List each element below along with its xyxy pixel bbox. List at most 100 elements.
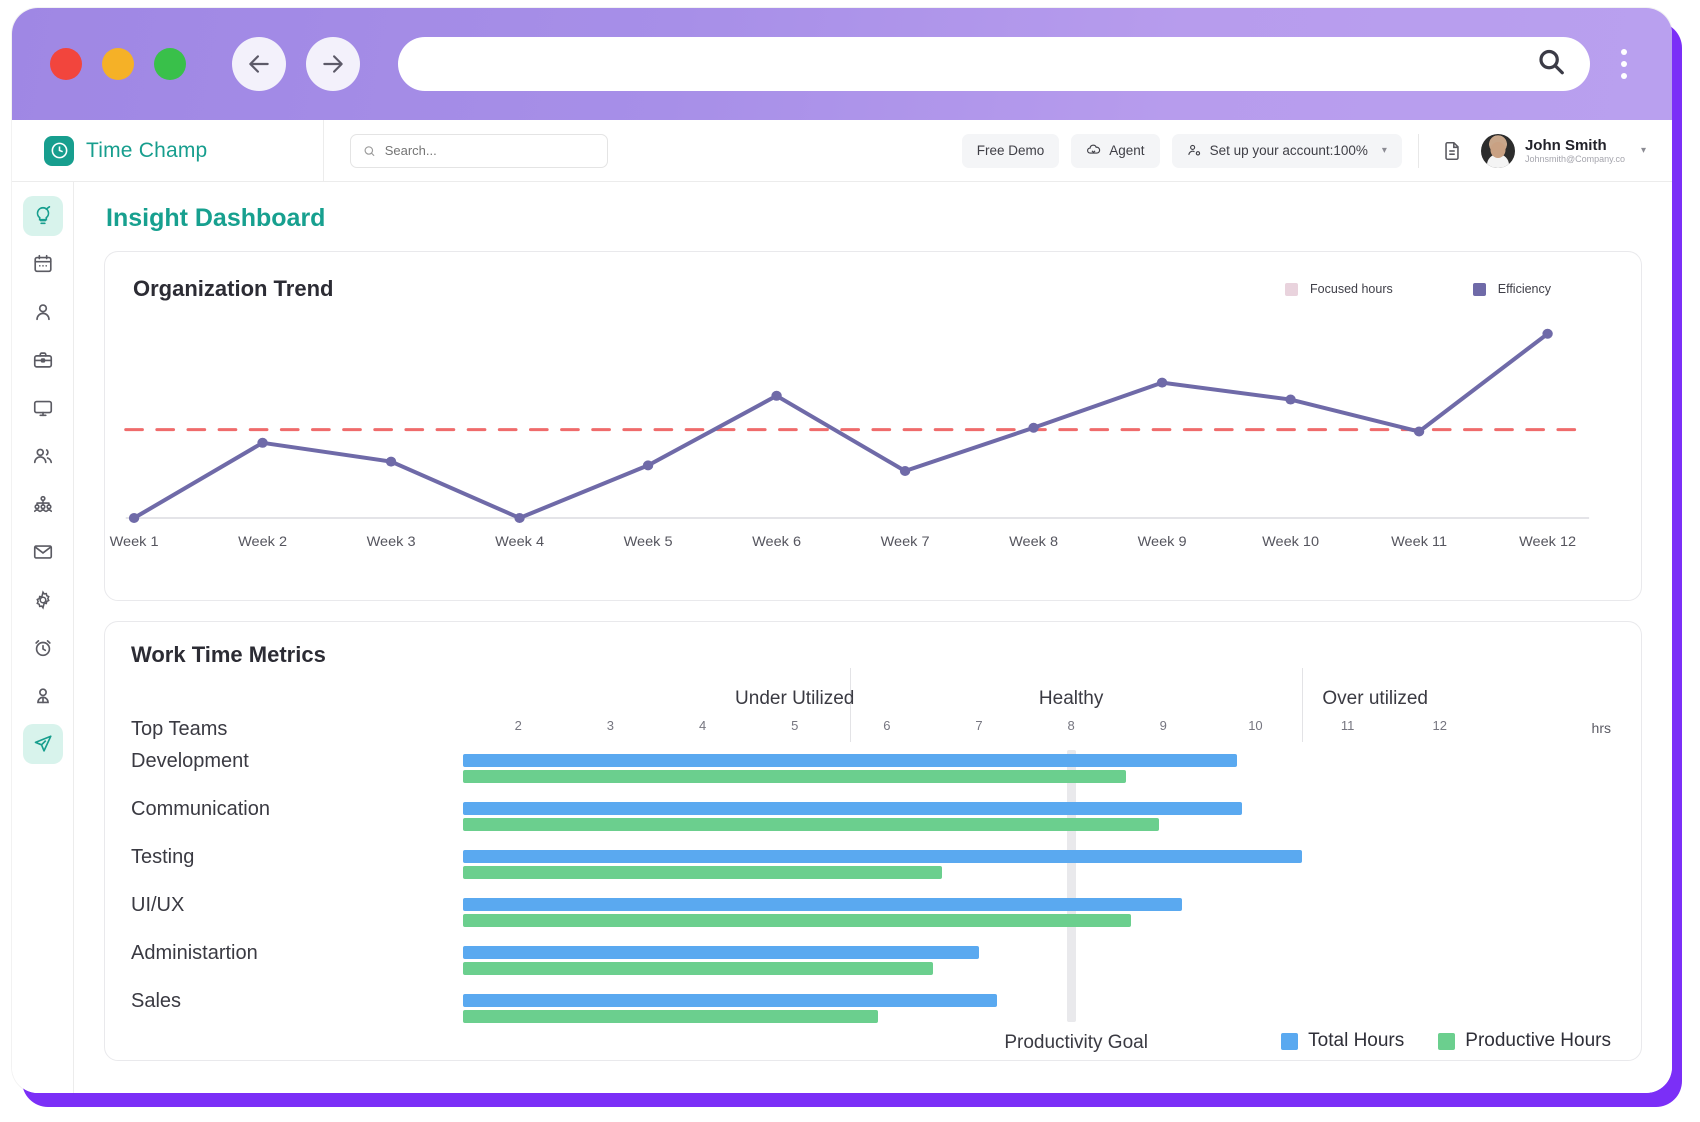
team-bars: Development Communication Testing UI/UX Admi…: [105, 750, 1641, 1023]
sidebar-item-send[interactable]: [22, 724, 63, 764]
data-point[interactable]: [128, 513, 140, 523]
total-hours-bar[interactable]: [463, 754, 1237, 767]
navigation-buttons: [232, 37, 360, 91]
account-setup-dropdown[interactable]: Set up your account:100% ▾: [1171, 133, 1402, 168]
legend-label: Total Hours: [1308, 1030, 1405, 1051]
efficiency-line: [131, 331, 1550, 520]
sidebar-item-org-chart[interactable]: [23, 484, 63, 524]
person-badge-icon: [36, 688, 49, 704]
url-input[interactable]: [422, 53, 1566, 75]
total-hours-bar[interactable]: [463, 994, 998, 1007]
search-icon[interactable]: [1536, 47, 1566, 82]
sidebar-item-projects[interactable]: [23, 340, 63, 380]
user-menu[interactable]: John Smith Johnsmith@Company.co ▾: [1480, 133, 1646, 168]
zone-label-healthy: Healthy: [1038, 688, 1104, 709]
alarm-clock-icon: [34, 640, 51, 657]
legend-item-efficiency[interactable]: Efficiency: [1472, 282, 1551, 296]
data-point[interactable]: [771, 390, 782, 401]
sidebar-item-settings[interactable]: [23, 580, 63, 620]
app-body: Insight Dashboard Organization Trend Foc…: [12, 182, 1672, 1093]
total-hours-bar[interactable]: [463, 946, 979, 959]
window-controls: [50, 48, 186, 80]
kebab-dot: [1621, 61, 1627, 67]
kebab-dot: [1621, 73, 1627, 79]
sidebar-item-screens[interactable]: [23, 388, 63, 428]
team-row: Administartion: [105, 942, 1641, 994]
browser-menu-button[interactable]: [1602, 49, 1646, 79]
agent-button[interactable]: Agent: [1071, 133, 1160, 168]
legend-item-focused-hours[interactable]: Focused hours: [1285, 282, 1393, 296]
total-hours-bar[interactable]: [463, 802, 1242, 815]
team-row: Development: [105, 750, 1641, 802]
trend-chart-svg: Week 1 Week 2 Week 3 Week 4 Week 5 Week 6 Week…: [110, 328, 1591, 550]
back-button[interactable]: [232, 37, 286, 91]
productive-hours-bar[interactable]: [463, 1010, 878, 1023]
data-point[interactable]: [1285, 394, 1296, 405]
sidebar-item-calendar[interactable]: [23, 244, 63, 284]
sidebar-item-teams[interactable]: [23, 436, 63, 476]
productive-hours-bar[interactable]: [463, 914, 1132, 927]
data-point[interactable]: [899, 466, 911, 476]
user-name: John Smith: [1524, 136, 1607, 154]
data-point[interactable]: [257, 437, 268, 448]
browser-window: Time Champ Free Demo: [12, 8, 1672, 1093]
screenshot-root: Time Champ Free Demo: [0, 0, 1700, 1122]
browser-toolbar: [12, 8, 1672, 120]
trend-chart: Week 1 Week 2 Week 3 Week 4 Week 5 Week 6 Week…: [105, 322, 1641, 572]
legend-item-total-hours[interactable]: Total Hours: [1281, 1030, 1404, 1052]
team-name: Testing: [131, 846, 195, 868]
free-demo-button[interactable]: Free Demo: [961, 133, 1060, 168]
sidebar-item-account[interactable]: [23, 676, 63, 716]
sidebar-item-profile[interactable]: [23, 292, 63, 332]
productive-hours-bar[interactable]: [463, 962, 933, 975]
zone-label-under-utilized: Under Utilized: [735, 688, 855, 709]
document-button[interactable]: [1435, 140, 1469, 162]
forward-button[interactable]: [306, 37, 360, 91]
clock-logo-icon: [44, 135, 74, 166]
maximize-window-button[interactable]: [154, 48, 186, 80]
data-point[interactable]: [1542, 328, 1553, 339]
team-row: UI/UX: [105, 894, 1641, 946]
search-input[interactable]: [384, 143, 595, 158]
axis-tick-5: 5: [791, 718, 799, 733]
search-box[interactable]: [350, 133, 608, 168]
axis-tick-10: 10: [1248, 718, 1263, 733]
x-axis-tick-label: Week 4: [495, 534, 544, 550]
zone-label-over-utilized: Over utilized: [1322, 688, 1429, 709]
chevron-down-icon: ▾: [1381, 145, 1387, 156]
data-point[interactable]: [514, 513, 525, 523]
data-point[interactable]: [1156, 377, 1168, 388]
sidebar-item-insight[interactable]: [22, 196, 63, 236]
monitor-icon: [33, 400, 52, 417]
brand-logo[interactable]: Time Champ: [12, 119, 324, 182]
header-divider: [1417, 133, 1419, 168]
data-point[interactable]: [1028, 422, 1039, 433]
data-point[interactable]: [642, 460, 654, 471]
page-title: Insight Dashboard: [106, 204, 326, 232]
close-window-button[interactable]: [50, 48, 82, 80]
productive-hours-bar[interactable]: [463, 818, 1159, 831]
data-point[interactable]: [1413, 426, 1425, 437]
minimize-window-button[interactable]: [102, 48, 134, 80]
address-bar[interactable]: [398, 37, 1590, 91]
x-axis-tick-label: Week 8: [1009, 534, 1058, 550]
total-hours-bar[interactable]: [463, 850, 1302, 863]
mail-icon: [33, 545, 52, 559]
sidebar-item-timer[interactable]: [23, 628, 63, 668]
kebab-dot: [1621, 49, 1627, 55]
productive-hours-bar[interactable]: [463, 770, 1127, 783]
agent-label: Agent: [1109, 143, 1145, 158]
work-time-metrics-card: Work Time Metrics Under Utilized Healthy…: [104, 621, 1642, 1061]
data-point[interactable]: [385, 456, 397, 467]
productive-hours-bar[interactable]: [463, 866, 943, 879]
chevron-down-icon[interactable]: ▾: [1641, 145, 1646, 156]
team-name: Administartion: [131, 942, 258, 964]
team-name: UI/UX: [131, 894, 185, 916]
trend-legend: Focused hours Efficiency: [1285, 282, 1551, 296]
sidebar-item-mail[interactable]: [23, 532, 63, 572]
header-actions: Free Demo Agent Set up your account:100%…: [961, 133, 1672, 168]
total-hours-bar[interactable]: [463, 898, 1182, 911]
x-axis-tick-label: Week 7: [881, 534, 930, 550]
legend-item-productive-hours[interactable]: Productive Hours: [1438, 1030, 1611, 1052]
axis-tick-12: 12: [1432, 718, 1447, 733]
